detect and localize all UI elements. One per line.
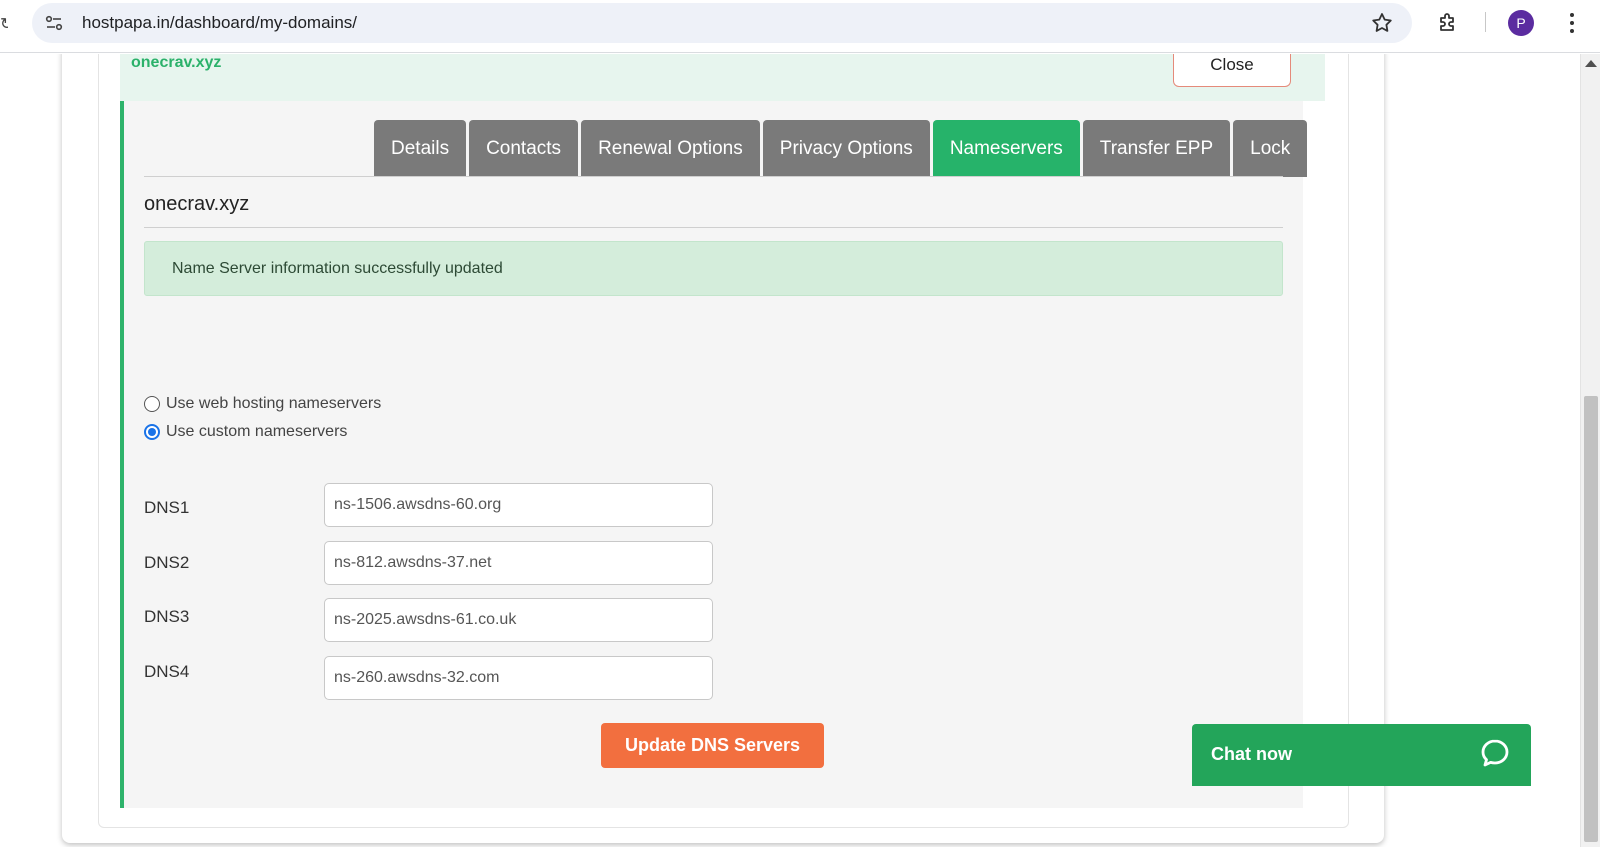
- tab-lock[interactable]: Lock: [1233, 120, 1308, 177]
- dns3-label: DNS3: [144, 607, 190, 626]
- tab-contacts[interactable]: Contacts: [469, 120, 579, 177]
- toolbar-divider: [1485, 12, 1486, 32]
- tab-transfer-epp[interactable]: Transfer EPP: [1082, 120, 1231, 177]
- dns3-input[interactable]: [324, 598, 713, 642]
- chat-now-label[interactable]: Chat now: [1211, 744, 1292, 765]
- dns1-input[interactable]: [324, 483, 713, 527]
- close-button[interactable]: Close: [1173, 54, 1291, 87]
- url-text[interactable]: hostpapa.in/dashboard/my-domains/: [82, 13, 357, 33]
- domain-header-name[interactable]: onecrav.xyz: [131, 54, 221, 72]
- browser-toolbar: ↻ hostpapa.in/dashboard/my-domains/ P: [0, 0, 1600, 53]
- tab-details[interactable]: Details: [374, 120, 467, 177]
- dns1-label: DNS1: [144, 498, 190, 517]
- extensions-icon[interactable]: [1436, 10, 1460, 34]
- tab-underline: [144, 176, 1283, 177]
- success-alert: Name Server information successfully upd…: [144, 241, 1283, 296]
- tab-privacy-options[interactable]: Privacy Options: [762, 120, 930, 177]
- kebab-menu-icon[interactable]: [1560, 10, 1584, 36]
- radio-web-hosting-icon[interactable]: [144, 396, 160, 412]
- profile-avatar[interactable]: P: [1508, 10, 1534, 36]
- address-bar[interactable]: hostpapa.in/dashboard/my-domains/: [32, 3, 1412, 43]
- domain-header: onecrav.xyz Close: [120, 54, 1325, 101]
- tab-nameservers[interactable]: Nameservers: [932, 120, 1080, 177]
- radio-custom-nameservers[interactable]: Use custom nameservers: [144, 423, 347, 441]
- tab-renewal-options[interactable]: Renewal Options: [581, 120, 760, 177]
- dns2-label: DNS2: [144, 553, 190, 572]
- chat-widget[interactable]: Chat now: [1192, 724, 1531, 786]
- radio-web-hosting-nameservers[interactable]: Use web hosting nameservers: [144, 395, 381, 413]
- domains-card: onecrav.xyz Close Details Contacts Renew…: [62, 54, 1384, 843]
- alert-text: Name Server information successfully upd…: [172, 260, 503, 277]
- section-title: onecrav.xyz: [144, 193, 250, 215]
- domain-management-panel: Details Contacts Renewal Options Privacy…: [120, 101, 1308, 808]
- reload-icon[interactable]: ↻: [0, 14, 8, 32]
- radio-web-hosting-label[interactable]: Use web hosting nameservers: [166, 395, 381, 413]
- star-icon[interactable]: [1370, 11, 1394, 35]
- radio-custom-icon[interactable]: [144, 424, 160, 440]
- dns2-input[interactable]: [324, 541, 713, 585]
- site-info-icon[interactable]: [44, 13, 64, 33]
- domain-tabs: Details Contacts Renewal Options Privacy…: [374, 120, 1308, 177]
- dns4-label: DNS4: [144, 662, 190, 681]
- chat-bubble-icon[interactable]: [1480, 738, 1510, 768]
- page-scrollbar[interactable]: [1580, 54, 1600, 847]
- update-dns-servers-button[interactable]: Update DNS Servers: [601, 723, 824, 768]
- title-divider: [144, 227, 1283, 228]
- dns4-input[interactable]: [324, 656, 713, 700]
- scroll-thumb[interactable]: [1584, 396, 1598, 842]
- domain-detail-card: onecrav.xyz Close Details Contacts Renew…: [98, 54, 1349, 828]
- radio-custom-label[interactable]: Use custom nameservers: [166, 423, 347, 441]
- scroll-up-arrow-icon[interactable]: [1585, 60, 1597, 67]
